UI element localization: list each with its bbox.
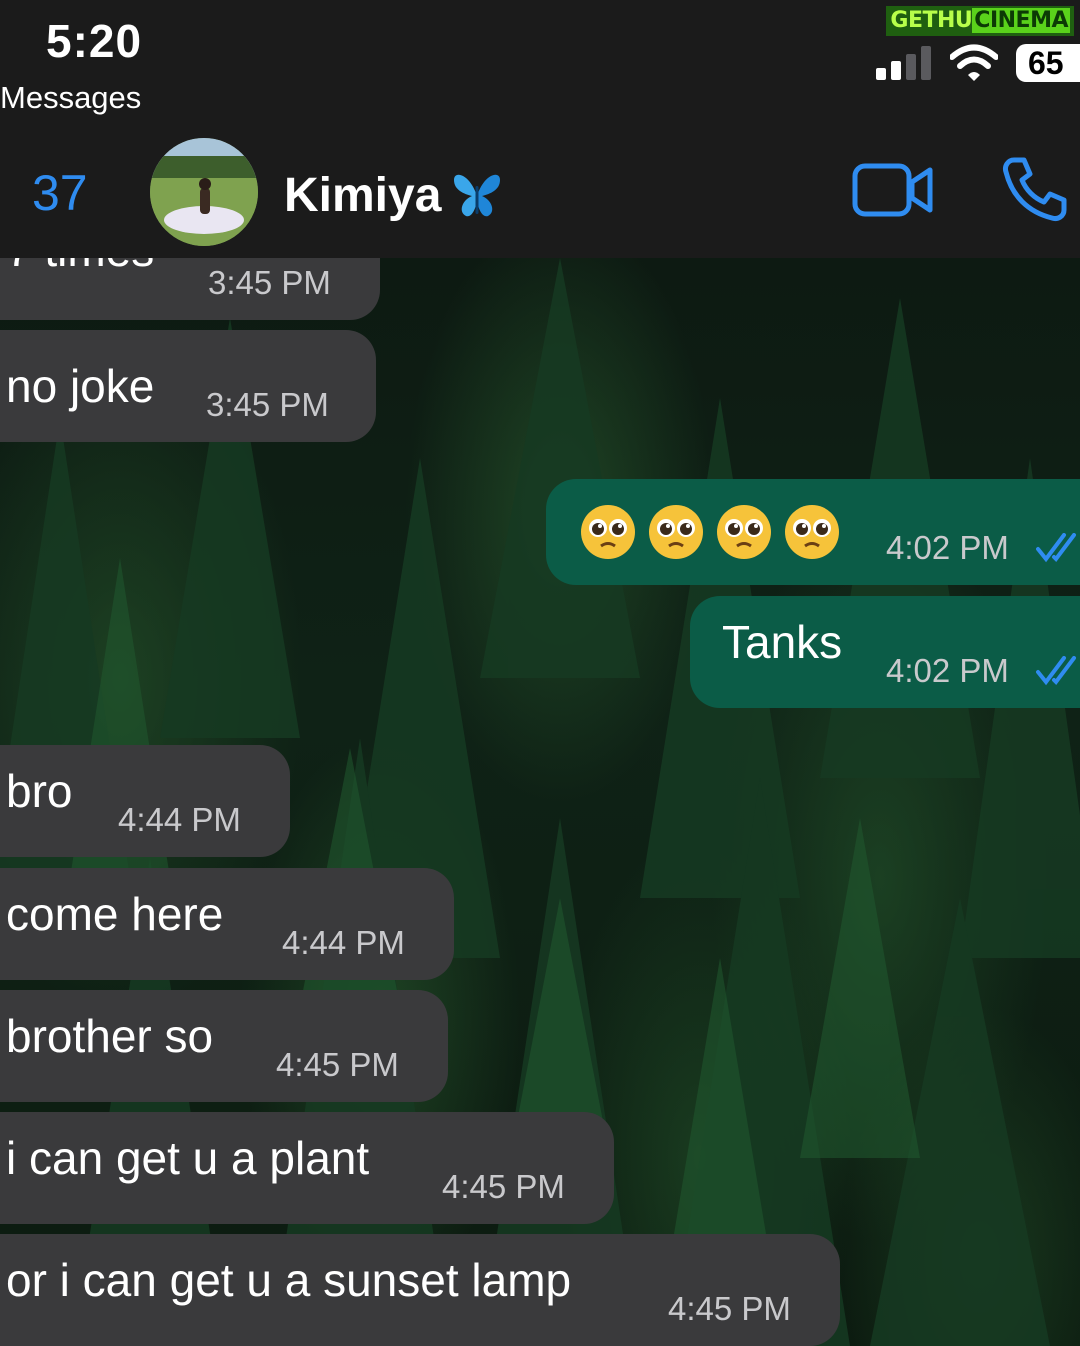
video-call-icon[interactable] — [852, 160, 934, 220]
pleading-face-emoji-icon — [581, 505, 635, 559]
message-incoming[interactable]: brother so 4:45 PM — [0, 990, 448, 1102]
message-time: 4:02 PM — [886, 652, 1009, 689]
watermark-part-b: CINEMA — [972, 8, 1070, 33]
message-incoming[interactable]: come here 4:44 PM — [0, 868, 454, 980]
contact-name[interactable]: Kimiya — [284, 168, 441, 223]
message-incoming[interactable]: or i can get u a sunset lamp 4:45 PM — [0, 1234, 840, 1346]
message-text: come here — [6, 888, 224, 940]
wifi-icon — [950, 44, 998, 81]
pleading-face-emoji-icon — [649, 505, 703, 559]
pleading-face-emoji-icon — [717, 505, 771, 559]
back-unread-count[interactable]: 37 — [32, 164, 88, 222]
message-text: or i can get u a sunset lamp — [6, 1254, 572, 1306]
message-time: 3:45 PM — [206, 386, 329, 423]
message-time: 4:45 PM — [668, 1290, 791, 1327]
message-outgoing[interactable]: Tanks 4:02 PM — [690, 596, 1080, 708]
message-text: no joke — [6, 360, 155, 412]
message-time: 3:45 PM — [208, 264, 331, 301]
message-time: 4:44 PM — [118, 801, 241, 838]
message-text: Tanks — [722, 616, 843, 668]
message-incoming[interactable]: 7 times 3:45 PM — [0, 258, 380, 320]
read-receipt-icon — [1036, 533, 1076, 563]
watermark-part-a: GETHU — [890, 8, 973, 33]
message-time: 4:45 PM — [442, 1168, 565, 1205]
battery-indicator: 65 — [1016, 44, 1080, 82]
message-time: 4:45 PM — [276, 1046, 399, 1083]
butterfly-icon — [454, 174, 500, 217]
watermark-logo: GETHUCINEMA — [886, 6, 1074, 36]
message-time: 4:02 PM — [886, 529, 1009, 566]
message-incoming[interactable]: i can get u a plant 4:45 PM — [0, 1112, 614, 1224]
avatar-photo — [150, 138, 258, 246]
contact-avatar[interactable] — [150, 138, 258, 246]
back-to-app-link[interactable]: Messages — [0, 80, 141, 116]
top-bar: 5:20 Messages GETHUCINEMA 65 37 Kimiya — [0, 0, 1080, 258]
read-receipt-icon — [1036, 656, 1076, 686]
message-text: bro — [6, 765, 73, 817]
message-text: i can get u a plant — [6, 1132, 370, 1184]
chat-area[interactable]: 7 times 3:45 PM no joke 3:45 PM 🥺🥺🥺🥺 4:0… — [0, 258, 1080, 1346]
voice-call-icon[interactable] — [1002, 156, 1068, 222]
pleading-face-emoji-icon — [785, 505, 839, 559]
message-text: 7 times — [6, 258, 154, 277]
message-outgoing[interactable]: 🥺🥺🥺🥺 4:02 PM — [546, 479, 1080, 585]
message-incoming[interactable]: bro 4:44 PM — [0, 745, 290, 857]
message-time: 4:44 PM — [282, 924, 405, 961]
message-incoming[interactable]: no joke 3:45 PM — [0, 330, 376, 442]
status-time: 5:20 — [46, 15, 143, 67]
cellular-signal-icon — [876, 46, 931, 80]
message-text: brother so — [6, 1010, 214, 1062]
